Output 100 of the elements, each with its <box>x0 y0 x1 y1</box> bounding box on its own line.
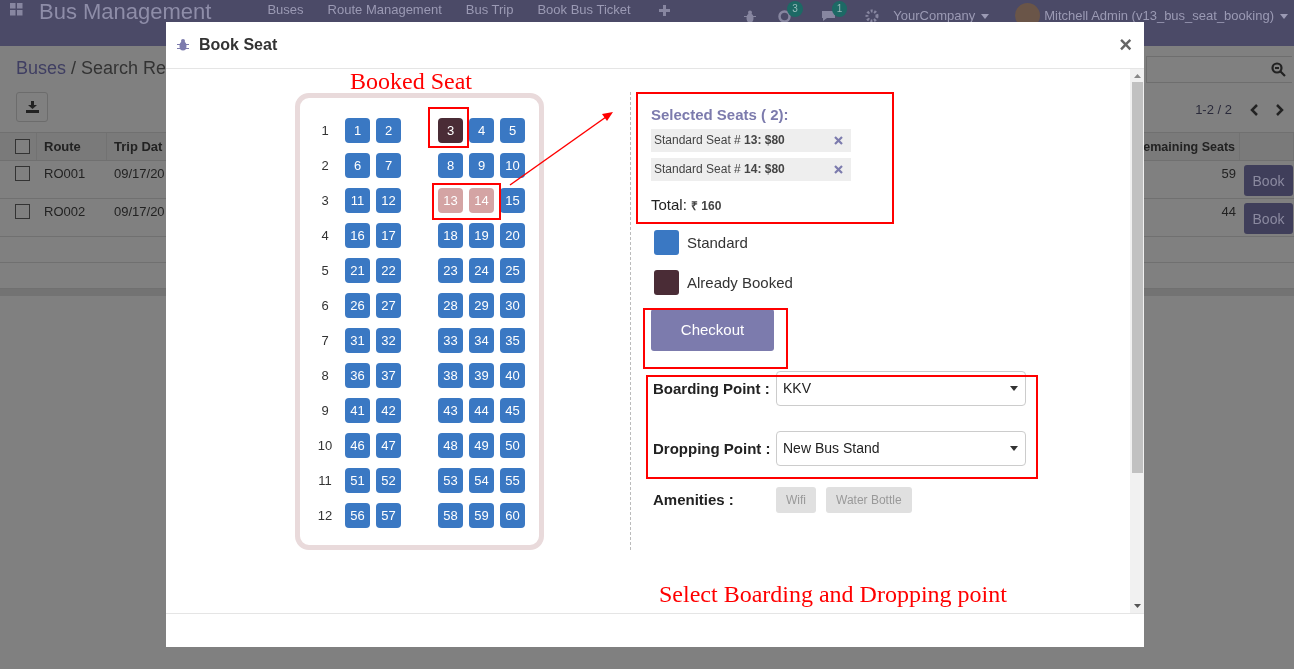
seat-button[interactable]: 10 <box>500 152 525 178</box>
seat-button[interactable]: 22 <box>376 257 401 283</box>
gear-icon[interactable] <box>865 9 880 23</box>
menu-item[interactable]: Book Bus Ticket <box>537 3 631 17</box>
seat-button[interactable]: 26 <box>345 292 370 318</box>
seat-button[interactable]: 55 <box>500 467 525 493</box>
seat-button[interactable]: 51 <box>345 467 370 493</box>
dialog-title: Book Seat <box>199 35 278 54</box>
chevron-right-icon[interactable] <box>1276 103 1284 116</box>
seat-button[interactable]: 41 <box>345 397 370 423</box>
seat-button[interactable]: 34 <box>469 327 494 353</box>
row-number: 12 <box>316 506 334 525</box>
seat-button[interactable]: 37 <box>376 362 401 388</box>
seat-button[interactable]: 2 <box>376 117 401 143</box>
seat-button[interactable]: 48 <box>438 432 463 458</box>
book-button[interactable]: Book <box>1244 165 1293 196</box>
seat-button[interactable]: 32 <box>376 327 401 353</box>
scroll-down-icon[interactable] <box>1133 604 1141 609</box>
checkbox[interactable] <box>15 139 30 154</box>
boarding-point-select[interactable]: KKV <box>776 370 1026 406</box>
remove-icon[interactable] <box>834 135 843 145</box>
menu-item[interactable]: Bus Trip <box>465 3 514 17</box>
seat-button[interactable]: 24 <box>469 257 494 283</box>
close-button[interactable]: × <box>1119 31 1132 58</box>
seat-button[interactable]: 11 <box>345 187 370 213</box>
selected-seat-tag: Standard Seat # 14: $80 <box>651 157 851 181</box>
scroll-up-icon[interactable] <box>1133 73 1141 78</box>
seat-button[interactable]: 7 <box>376 152 401 178</box>
seat-button[interactable]: 3 <box>438 117 463 143</box>
seat-button[interactable]: 53 <box>438 467 463 493</box>
checkout-button[interactable]: Checkout <box>651 308 774 351</box>
seat-button[interactable]: 35 <box>500 327 525 353</box>
seat-button[interactable]: 21 <box>345 257 370 283</box>
seat-button[interactable]: 31 <box>345 327 370 353</box>
seat-button[interactable]: 59 <box>469 502 494 528</box>
seat-button[interactable]: 47 <box>376 432 401 458</box>
seat-button[interactable]: 20 <box>500 222 525 248</box>
scrollbar[interactable] <box>1130 68 1144 614</box>
activity-icon[interactable] <box>778 9 792 23</box>
seat-button[interactable]: 25 <box>500 257 525 283</box>
row-number: 4 <box>320 226 330 245</box>
seat-button[interactable]: 12 <box>376 187 401 213</box>
book-button[interactable]: Book <box>1244 203 1293 234</box>
seat-button[interactable]: 52 <box>376 467 401 493</box>
seat-button[interactable]: 43 <box>438 397 463 423</box>
search-icon[interactable] <box>1271 62 1286 77</box>
seat-button[interactable]: 4 <box>469 117 494 143</box>
seat-button[interactable]: 58 <box>438 502 463 528</box>
seat-button[interactable]: 36 <box>345 362 370 388</box>
menu-item[interactable]: Buses <box>267 3 304 17</box>
seat-button[interactable]: 44 <box>469 397 494 423</box>
seat-button[interactable]: 40 <box>500 362 525 388</box>
user-menu[interactable]: Mitchell Admin (v13_bus_seat_booking) <box>1044 8 1274 23</box>
seat-button[interactable]: 6 <box>345 152 370 178</box>
dropping-point-select[interactable]: New Bus Stand <box>776 430 1026 466</box>
bug-icon[interactable] <box>744 9 757 23</box>
seat-button[interactable]: 8 <box>438 152 463 178</box>
breadcrumb-link[interactable]: Buses <box>16 58 67 83</box>
caret-icon <box>981 13 990 19</box>
row-number: 2 <box>320 156 330 175</box>
seat-button[interactable]: 50 <box>500 432 525 458</box>
seat-button[interactable]: 56 <box>345 502 370 528</box>
seat-button[interactable]: 29 <box>469 292 494 318</box>
checkbox[interactable] <box>15 204 30 219</box>
search-field[interactable] <box>1146 56 1292 83</box>
apps-icon[interactable] <box>10 3 23 16</box>
breadcrumb-current: / Search Re <box>71 58 167 80</box>
seat-button[interactable]: 15 <box>500 187 525 213</box>
seat-button[interactable]: 42 <box>376 397 401 423</box>
seat-button[interactable]: 33 <box>438 327 463 353</box>
seat-button[interactable]: 5 <box>500 117 525 143</box>
company-switcher[interactable]: YourCompany <box>893 8 990 23</box>
seat-button[interactable]: 30 <box>500 292 525 318</box>
bug-icon <box>177 38 189 51</box>
chat-icon[interactable] <box>820 10 836 22</box>
seat-button[interactable]: 54 <box>469 467 494 493</box>
seat-button[interactable]: 39 <box>469 362 494 388</box>
seat-button[interactable]: 16 <box>345 222 370 248</box>
seat-button[interactable]: 23 <box>438 257 463 283</box>
checkbox[interactable] <box>15 166 30 181</box>
seat-button[interactable]: 27 <box>376 292 401 318</box>
seat-button[interactable]: 49 <box>469 432 494 458</box>
row-number: 8 <box>320 366 330 385</box>
menu-item[interactable]: Route Management <box>327 3 442 17</box>
seat-button[interactable]: 38 <box>438 362 463 388</box>
plus-icon[interactable] <box>658 5 670 16</box>
seat-button[interactable]: 1 <box>345 117 370 143</box>
remove-icon[interactable] <box>834 164 843 174</box>
seat-button[interactable]: 9 <box>469 152 494 178</box>
seat-button[interactable]: 60 <box>500 502 525 528</box>
seat-button[interactable]: 57 <box>376 502 401 528</box>
seat-button[interactable]: 45 <box>500 397 525 423</box>
amenity-tag: Water Bottle <box>826 486 912 513</box>
seat-button[interactable]: 19 <box>469 222 494 248</box>
seat-button[interactable]: 46 <box>345 432 370 458</box>
seat-button[interactable]: 28 <box>438 292 463 318</box>
chevron-left-icon[interactable] <box>1250 103 1258 116</box>
download-button[interactable] <box>16 92 48 122</box>
seat-button[interactable]: 17 <box>376 222 401 248</box>
seat-button[interactable]: 18 <box>438 222 463 248</box>
